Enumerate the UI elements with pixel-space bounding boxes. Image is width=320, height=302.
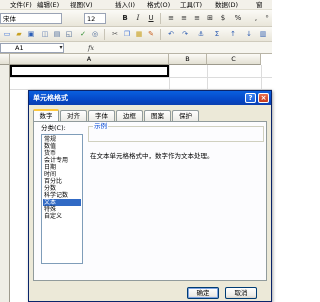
- menu-edit[interactable]: 编辑(E): [37, 0, 59, 10]
- merge-cells-icon[interactable]: ⊞: [205, 13, 215, 24]
- increase-decimal-icon[interactable]: ⁰: [262, 13, 272, 24]
- category-item[interactable]: 分数: [43, 185, 81, 192]
- category-description: 在文本单元格格式中，数字作为文本处理。: [90, 152, 214, 160]
- menu-view[interactable]: 视图(V): [70, 0, 93, 10]
- category-item[interactable]: 时间: [43, 171, 81, 178]
- sample-groupbox: 示例: [88, 122, 264, 142]
- cancel-button[interactable]: 取消: [225, 287, 257, 299]
- tab-protection[interactable]: 保护: [172, 110, 199, 121]
- spelling-icon[interactable]: ✓: [78, 29, 88, 40]
- align-right-icon[interactable]: ≡: [192, 13, 202, 24]
- tab-patterns[interactable]: 图案: [144, 110, 171, 121]
- menu-tools[interactable]: 工具(T): [180, 0, 202, 10]
- font-name-select[interactable]: 宋体: [0, 13, 62, 24]
- research-icon[interactable]: ◎: [90, 29, 100, 40]
- currency-icon[interactable]: $: [218, 13, 228, 24]
- tab-alignment[interactable]: 对齐: [60, 110, 87, 121]
- chart-wizard-icon[interactable]: ▥: [258, 29, 268, 40]
- category-item[interactable]: 自定义: [43, 213, 81, 220]
- print-preview-icon[interactable]: ◱: [64, 29, 74, 40]
- menu-window[interactable]: 窗: [256, 0, 263, 10]
- tab-number[interactable]: 数字: [33, 109, 59, 121]
- sample-label: 示例: [93, 122, 108, 130]
- menu-insert[interactable]: 插入(I): [115, 0, 135, 10]
- select-all-corner[interactable]: [0, 54, 10, 65]
- sort-descending-icon[interactable]: ↓: [244, 29, 254, 40]
- percent-button[interactable]: %: [233, 13, 243, 24]
- category-list[interactable]: 常规 数值 货币 会计专用 日期 时间 百分比 分数 科学记数 文本 特殊 自定…: [41, 134, 83, 264]
- column-header-c[interactable]: C: [207, 54, 261, 65]
- formula-bar: A1 ▾ fx: [0, 42, 272, 54]
- toolbar-separator: [160, 29, 161, 40]
- copy-icon[interactable]: ❐: [122, 29, 132, 40]
- permission-icon[interactable]: ◫: [40, 29, 50, 40]
- format-cells-dialog: 单元格格式 ? × 数字 对齐 字体 边框 图案 保护 分类(C): 常规 数值…: [28, 90, 272, 302]
- tab-font[interactable]: 字体: [88, 110, 115, 121]
- align-left-icon[interactable]: ≡: [166, 13, 176, 24]
- ok-button[interactable]: 确定: [187, 287, 219, 299]
- menu-file[interactable]: 文件(F): [10, 0, 32, 10]
- menu-bar: 文件(F) 编辑(E) 视图(V) 插入(I) 格式(O) 工具(T) 数据(D…: [0, 0, 272, 10]
- redo-icon[interactable]: ↷: [180, 29, 190, 40]
- tab-border[interactable]: 边框: [116, 110, 143, 121]
- underline-button[interactable]: U: [146, 13, 156, 24]
- paste-icon[interactable]: ▦: [134, 29, 144, 40]
- help-button[interactable]: ?: [245, 93, 256, 103]
- formatting-toolbar: 宋体 12 B I U ≡ ≡ ≡ ⊞ $ % , ⁰: [0, 10, 272, 27]
- row-headers[interactable]: [0, 65, 10, 302]
- category-item[interactable]: 常规: [43, 136, 81, 143]
- column-header-b[interactable]: B: [169, 54, 207, 65]
- print-icon[interactable]: ▤: [52, 29, 62, 40]
- category-item[interactable]: 日期: [43, 164, 81, 171]
- new-file-icon[interactable]: ▭: [2, 29, 12, 40]
- insert-function-label[interactable]: fx: [88, 44, 94, 52]
- category-item[interactable]: 科学记数: [43, 192, 81, 199]
- dialog-titlebar[interactable]: 单元格格式 ? ×: [29, 91, 271, 105]
- cut-icon[interactable]: ✂: [110, 29, 120, 40]
- format-painter-icon[interactable]: ✎: [146, 29, 156, 40]
- autosum-icon[interactable]: Σ: [212, 29, 222, 40]
- align-center-icon[interactable]: ≡: [179, 13, 189, 24]
- category-item[interactable]: 货币: [43, 150, 81, 157]
- sort-ascending-icon[interactable]: ↑: [228, 29, 238, 40]
- column-header-a[interactable]: A: [10, 54, 169, 65]
- name-box[interactable]: A1: [0, 43, 64, 53]
- hyperlink-icon[interactable]: ⚓: [196, 29, 206, 40]
- italic-button[interactable]: I: [133, 13, 143, 24]
- category-item-selected[interactable]: 文本: [43, 199, 81, 206]
- category-label: 分类(C):: [41, 124, 66, 132]
- number-tab-panel: 分类(C): 常规 数值 货币 会计专用 日期 时间 百分比 分数 科学记数 文…: [33, 121, 267, 281]
- selected-cell-range[interactable]: [10, 65, 169, 77]
- category-item[interactable]: 百分比: [43, 178, 81, 185]
- comma-style-button[interactable]: ,: [251, 13, 261, 24]
- close-button[interactable]: ×: [258, 93, 269, 103]
- font-size-select[interactable]: 12: [84, 13, 106, 24]
- undo-icon[interactable]: ↶: [166, 29, 176, 40]
- menu-data[interactable]: 数据(D): [215, 0, 238, 10]
- bold-button[interactable]: B: [120, 13, 130, 24]
- save-icon[interactable]: ▣: [26, 29, 36, 40]
- dialog-title: 单元格格式: [33, 94, 68, 102]
- toolbar-separator: [104, 29, 105, 40]
- standard-toolbar: ▭ ▰ ▣ ◫ ▤ ◱ ✓ ◎ ✂ ❐ ▦ ✎ ↶ ↷ ⚓ Σ ↑ ↓ ▥: [0, 27, 272, 42]
- category-item[interactable]: 会计专用: [43, 157, 81, 164]
- name-box-dropdown-icon[interactable]: ▾: [56, 42, 66, 53]
- open-folder-icon[interactable]: ▰: [14, 29, 24, 40]
- menu-format[interactable]: 格式(O): [147, 0, 170, 10]
- toolbar-separator: [160, 13, 161, 24]
- category-item[interactable]: 特殊: [43, 206, 81, 213]
- category-item[interactable]: 数值: [43, 143, 81, 150]
